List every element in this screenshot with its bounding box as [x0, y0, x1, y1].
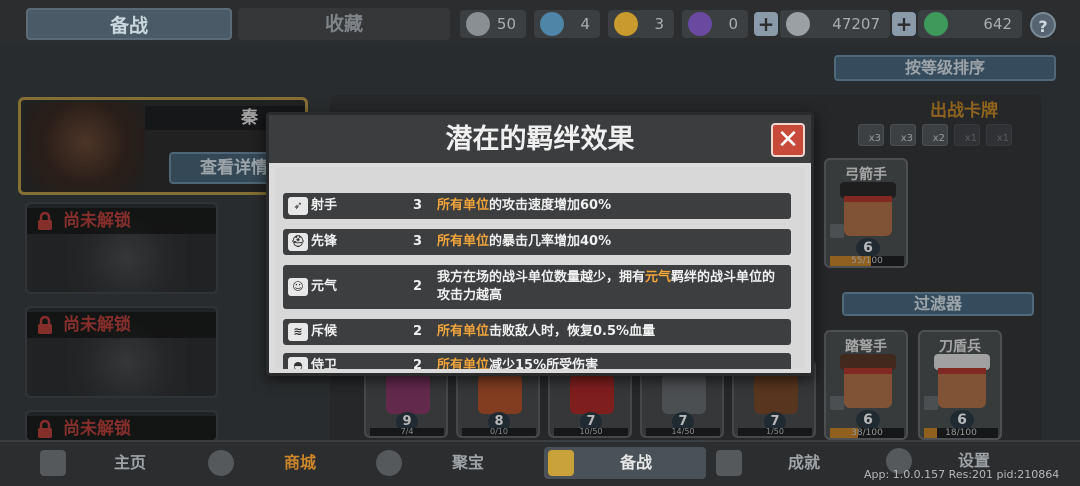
resource-purple-value: 0	[728, 15, 738, 33]
bond-description: 所有单位的攻击速度增加60%	[437, 197, 611, 215]
scout-icon: ≋	[288, 323, 308, 341]
bond-text: 的攻击速度增加60%	[489, 198, 612, 213]
nav-label: 备战	[620, 453, 653, 472]
bond-text: 减少15%所受伤害	[489, 358, 599, 369]
effects-list[interactable]: ➶ 射手 3 所有单位的攻击速度增加60% ⛑ 先锋 3 所有单位的暴击几率增加…	[275, 167, 805, 369]
bond-description: 所有单位击败敌人时，恢复0.5%血量	[437, 323, 655, 341]
resource-gold-value: 3	[654, 15, 664, 33]
bond-highlight: 所有单位	[437, 358, 490, 369]
dialog-header: 潜在的羁绊效果 ✕	[269, 115, 811, 163]
add-coins-button[interactable]: +	[754, 12, 778, 36]
bond-text: 击败敌人时，恢复0.5%血量	[489, 324, 656, 339]
bond-effects-dialog: 潜在的羁绊效果 ✕ ➶ 射手 3 所有单位的攻击速度增加60% ⛑ 先锋 3 所…	[266, 112, 814, 376]
top-bar: 备战 收藏 50 4 3 0 + 47207 + 642 ?	[0, 0, 1080, 44]
bond-highlight: 所有单位	[437, 198, 490, 213]
dialog-title: 潜在的羁绊效果	[445, 124, 635, 155]
effect-row: ☺ 元气 2 我方在场的战斗单位数量越少，拥有元气羁绊的战斗单位的攻击力越高	[283, 265, 791, 309]
bond-highlight: 元气	[645, 270, 672, 285]
nav-treasure[interactable]: 聚宝	[376, 448, 496, 478]
resource-blue-value: 4	[580, 15, 590, 33]
effect-row: ➶ 射手 3 所有单位的攻击速度增加60%	[283, 193, 791, 219]
home-icon	[40, 450, 66, 476]
archer-icon: ➶	[288, 197, 308, 215]
nav-shop[interactable]: 商城	[208, 448, 328, 478]
nav-achievements[interactable]: 成就	[716, 448, 846, 478]
bond-name: 元气	[311, 279, 338, 294]
nav-label: 主页	[114, 453, 147, 472]
bond-highlight: 所有单位	[437, 324, 490, 339]
bond-count: 2	[413, 279, 423, 294]
bond-count: 2	[413, 324, 423, 339]
gems-display: 642	[918, 10, 1022, 38]
close-button[interactable]: ✕	[771, 123, 805, 157]
bond-count: 3	[413, 198, 423, 213]
add-gems-button[interactable]: +	[892, 12, 916, 36]
effect-row: ⛑ 先锋 3 所有单位的暴击几率增加40%	[283, 229, 791, 255]
guard-icon: ◓	[288, 357, 308, 369]
bond-name: 先锋	[311, 234, 338, 249]
bond-description: 所有单位的暴击几率增加40%	[437, 233, 611, 251]
bond-name: 侍卫	[311, 358, 338, 369]
bond-text: 的暴击几率增加40%	[489, 234, 612, 249]
bond-description: 我方在场的战斗单位数量越少，拥有元气羁绊的战斗单位的攻击力越高	[437, 269, 787, 305]
gold-badge-icon	[614, 12, 638, 36]
nav-home[interactable]: 主页	[40, 448, 160, 478]
tab-collection[interactable]: 收藏	[238, 8, 450, 40]
gems-value: 642	[983, 15, 1012, 33]
bond-name: 斥候	[311, 324, 338, 339]
bond-count: 2	[413, 358, 423, 369]
coins-display: 47207	[780, 10, 890, 38]
coin-icon	[786, 12, 810, 36]
gem-icon	[924, 12, 948, 36]
bond-text: 我方在场的战斗单位数量越少，拥有	[437, 270, 646, 285]
resource-blue: 4	[534, 10, 600, 38]
resource-purple: 0	[682, 10, 748, 38]
bond-highlight: 所有单位	[437, 234, 490, 249]
spirit-icon: ☺	[288, 278, 308, 296]
resource-silver: 50	[460, 10, 526, 38]
version-label: App: 1.0.0.157 Res:201 pid:210864	[864, 468, 1060, 481]
treasure-icon	[376, 450, 402, 476]
bond-name: 射手	[311, 198, 338, 213]
bond-description: 所有单位减少15%所受伤害	[437, 357, 598, 369]
tab-prepare[interactable]: 备战	[26, 8, 232, 40]
purple-badge-icon	[688, 12, 712, 36]
nav-label: 聚宝	[452, 453, 485, 472]
silver-badge-icon	[466, 12, 490, 36]
effect-row: ≋ 斥候 2 所有单位击败敌人时，恢复0.5%血量	[283, 319, 791, 345]
nav-prepare[interactable]: 备战	[548, 448, 698, 478]
vanguard-icon: ⛑	[288, 233, 308, 251]
effect-row: ◓ 侍卫 2 所有单位减少15%所受伤害	[283, 353, 791, 369]
blue-badge-icon	[540, 12, 564, 36]
shop-icon	[208, 450, 234, 476]
achievement-icon	[716, 450, 742, 476]
resource-gold: 3	[608, 10, 674, 38]
resource-silver-value: 50	[496, 15, 516, 33]
coins-value: 47207	[832, 15, 880, 33]
nav-label: 成就	[788, 453, 821, 472]
bond-count: 3	[413, 234, 423, 249]
prepare-icon	[548, 450, 574, 476]
help-button[interactable]: ?	[1030, 12, 1056, 38]
nav-label: 商城	[284, 453, 317, 472]
